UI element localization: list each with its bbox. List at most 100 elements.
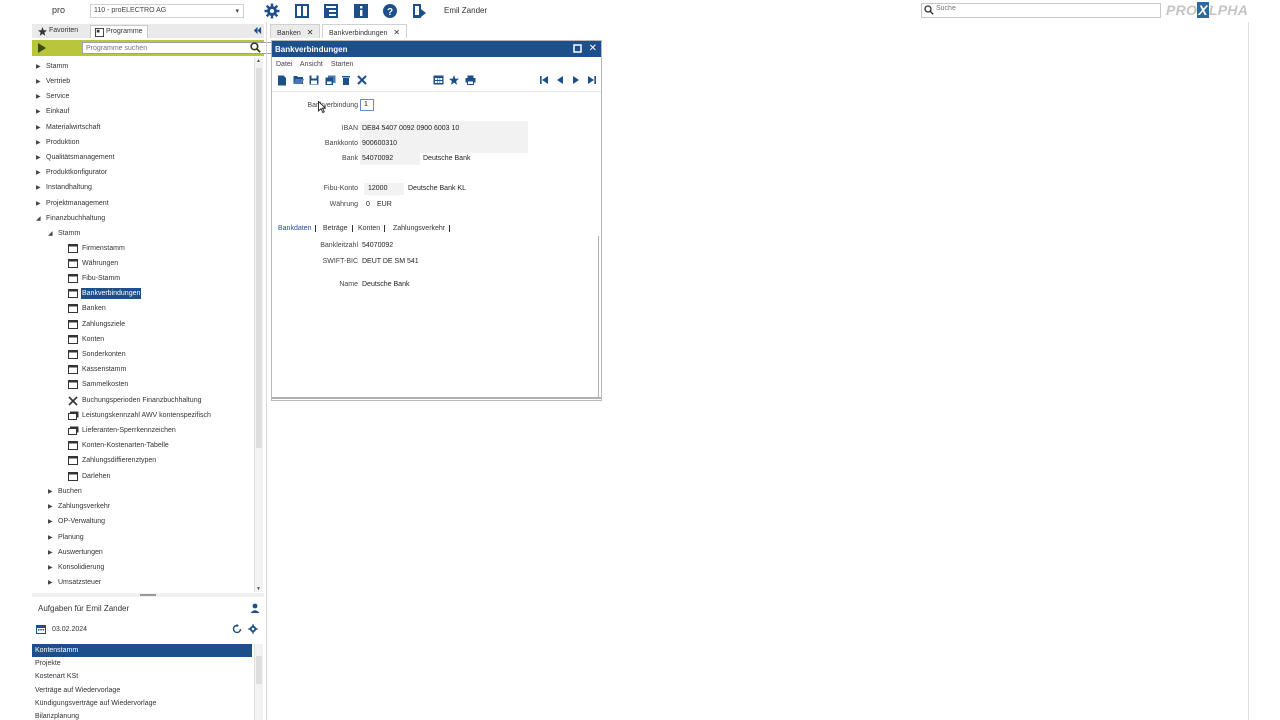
scroll-thumb[interactable] <box>256 656 262 684</box>
next-record-icon[interactable] <box>570 74 582 86</box>
expand-arrow-icon: ▶ <box>36 94 41 100</box>
calendar-grid-icon[interactable] <box>432 74 444 86</box>
export-icon[interactable] <box>410 2 427 19</box>
bank-name-detail[interactable]: Deutsche Bank <box>362 281 409 288</box>
favorite-star-icon[interactable] <box>448 74 460 86</box>
global-search-input[interactable] <box>936 5 1156 12</box>
task-item[interactable]: Kontenstamm <box>32 644 252 657</box>
menu-starten[interactable]: Starten <box>331 61 354 68</box>
tab-banken[interactable]: Banken ✕ <box>270 24 321 38</box>
open-folder-icon[interactable] <box>292 74 304 86</box>
fibu-konto-value[interactable]: 12000 <box>368 185 387 192</box>
swift-label: SWIFT-BIC <box>322 258 358 265</box>
tab-konten[interactable]: Konten <box>358 225 386 232</box>
scroll-up-icon[interactable]: ▲ <box>256 58 261 64</box>
collapse-arrow-icon: ◢ <box>48 231 53 237</box>
tasks-title: Aufgaben für Emil Zander <box>38 604 130 613</box>
swift-value[interactable]: DEUT DE SM 541 <box>362 258 419 265</box>
scroll-thumb[interactable] <box>256 68 262 448</box>
close-icon[interactable]: ✕ <box>307 28 314 37</box>
cancel-icon[interactable] <box>356 74 368 86</box>
user-icon[interactable] <box>250 603 260 615</box>
collapse-panel-icon[interactable] <box>253 26 262 37</box>
window-icon <box>68 274 78 285</box>
company-select[interactable]: 110 - proELECTRO AG ▾ <box>90 4 244 18</box>
tab-pane-border <box>598 236 599 398</box>
window-icon <box>68 289 78 300</box>
delete-icon[interactable] <box>340 74 352 86</box>
new-document-icon[interactable] <box>276 74 288 86</box>
panel-splitter[interactable] <box>32 593 264 597</box>
window-icon <box>68 456 78 467</box>
bank-name-label: Name <box>339 281 358 288</box>
task-item[interactable]: Kostenart KSt <box>32 670 252 683</box>
global-search[interactable] <box>921 3 1161 18</box>
waehrung-label: Währung <box>329 201 358 208</box>
bankkonto-value[interactable]: 900600310 <box>362 140 397 147</box>
expand-arrow-icon: ▶ <box>48 504 53 510</box>
previous-record-icon[interactable] <box>554 74 566 86</box>
waehrung-code[interactable]: 0 <box>366 201 370 208</box>
menu-ansicht[interactable]: Ansicht <box>300 61 323 68</box>
expand-arrow-icon: ▶ <box>48 550 53 556</box>
tasks-scrollbar[interactable] <box>254 644 263 720</box>
chevron-down-icon: ▾ <box>235 8 239 15</box>
toolbar-divider <box>272 91 601 92</box>
window-icon <box>68 320 78 331</box>
bank-name-value: Deutsche Bank <box>423 155 471 162</box>
info-icon[interactable] <box>352 2 369 19</box>
window-menu: Datei Ansicht Starten <box>276 61 359 68</box>
task-item[interactable]: Bilanzplanung <box>32 710 252 720</box>
bank-code-value[interactable]: 54070092 <box>362 155 393 162</box>
play-icon[interactable] <box>37 43 46 55</box>
maximize-icon[interactable] <box>573 44 582 55</box>
tab-favorites[interactable]: Favoriten <box>34 25 82 38</box>
close-icon[interactable]: ✕ <box>393 28 400 37</box>
tab-betraege[interactable]: Beträge <box>323 225 353 232</box>
tree-scrollbar[interactable]: ▲ ▼ <box>254 58 263 592</box>
refresh-icon[interactable] <box>232 624 242 636</box>
tab-programs[interactable]: Programme <box>90 25 148 38</box>
close-icon[interactable]: ✕ <box>589 43 597 54</box>
last-record-icon[interactable] <box>586 74 598 86</box>
settings-icon[interactable] <box>248 624 258 636</box>
window-icon <box>68 304 78 315</box>
task-item[interactable]: Verträge auf Wiedervorlage <box>32 684 252 697</box>
program-search-input[interactable] <box>82 42 276 54</box>
task-item[interactable]: Kündigungsverträge auf Wiedervorlage <box>32 697 252 710</box>
window-icon <box>68 441 78 452</box>
print-icon[interactable] <box>464 74 476 86</box>
expand-arrow-icon: ▶ <box>36 155 41 161</box>
tab-bankdaten[interactable]: Bankdaten <box>278 225 317 232</box>
window-icon <box>68 244 78 255</box>
tab-zahlungsverkehr[interactable]: Zahlungsverkehr <box>393 225 451 232</box>
first-record-icon[interactable] <box>538 74 550 86</box>
scroll-down-icon[interactable]: ▼ <box>256 586 261 592</box>
gear-icon[interactable] <box>263 2 280 19</box>
blz-label: Bankleitzahl <box>320 242 358 249</box>
window-titlebar[interactable]: Bankverbindungen ✕ <box>272 41 601 57</box>
expand-arrow-icon: ▶ <box>36 125 41 131</box>
bankkonto-label: Bankkonto <box>324 140 358 147</box>
top-bar: pro 110 - proELECTRO AG ▾ ? Emil Zander … <box>0 0 1280 22</box>
save-icon[interactable] <box>308 74 320 86</box>
expand-arrow-icon: ▶ <box>36 201 41 207</box>
iban-value[interactable]: DE84 5407 0092 0900 6003 10 <box>362 125 459 132</box>
help-icon[interactable]: ? <box>381 2 398 19</box>
calendar-icon[interactable] <box>36 624 46 636</box>
expand-arrow-icon: ▶ <box>36 109 41 115</box>
save-copy-icon[interactable] <box>324 74 336 86</box>
bankverbindung-input[interactable]: 1 <box>360 99 374 111</box>
tab-bankverbindungen[interactable]: Bankverbindungen ✕ <box>322 24 408 38</box>
task-item[interactable]: Projekte <box>32 657 252 670</box>
table-layout-icon[interactable] <box>322 2 339 19</box>
fibu-konto-label: Fibu-Konto <box>323 185 358 192</box>
expand-arrow-icon: ▶ <box>48 489 53 495</box>
star-icon <box>38 27 47 38</box>
panel-layout-icon[interactable] <box>293 2 310 19</box>
tasks-list: Kontenstamm Projekte Kostenart KSt Vertr… <box>32 644 264 720</box>
search-icon[interactable] <box>250 42 261 55</box>
menu-datei[interactable]: Datei <box>276 61 292 68</box>
user-name: Emil Zander <box>444 6 488 15</box>
blz-value[interactable]: 54070092 <box>362 242 393 249</box>
